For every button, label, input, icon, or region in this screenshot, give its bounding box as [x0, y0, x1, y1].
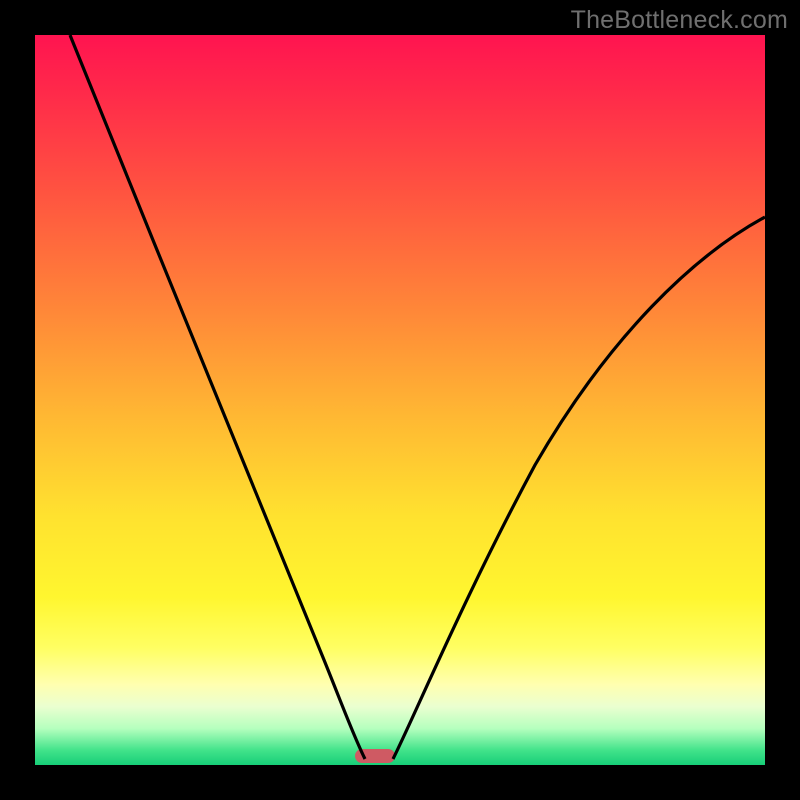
curve-left: [70, 35, 365, 759]
chart-plot-area: [35, 35, 765, 765]
chart-svg: [35, 35, 765, 765]
chart-frame: TheBottleneck.com: [0, 0, 800, 800]
curve-right: [393, 217, 765, 759]
watermark-text: TheBottleneck.com: [571, 6, 788, 35]
